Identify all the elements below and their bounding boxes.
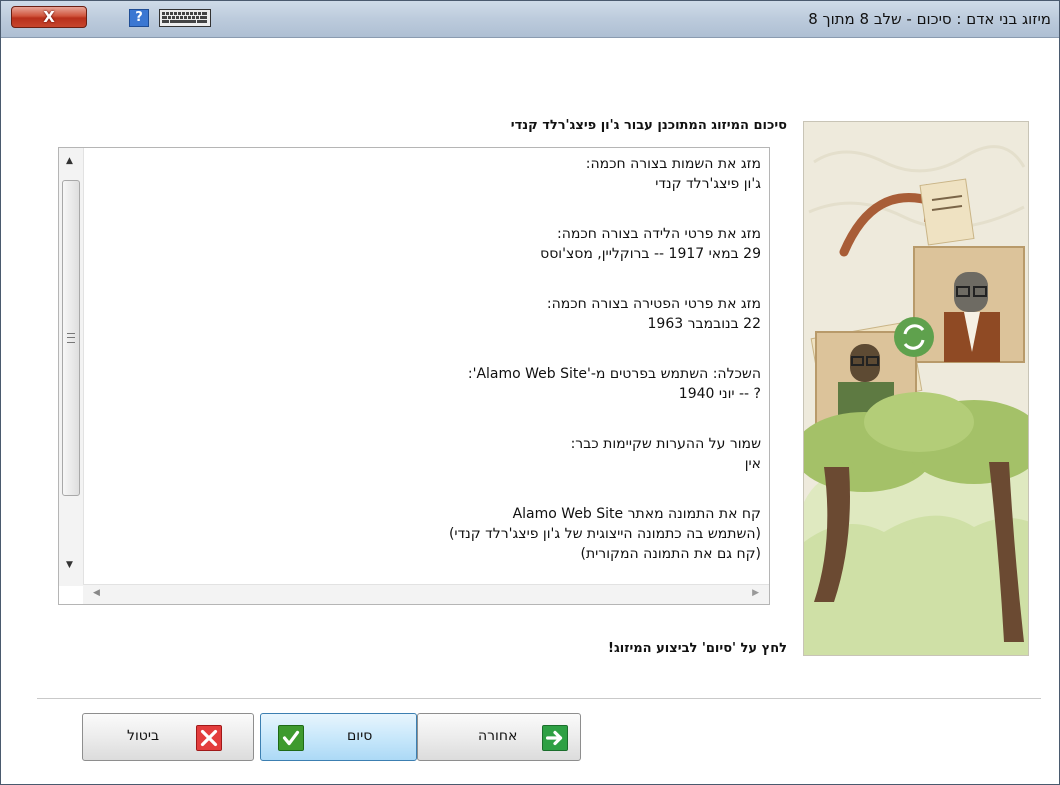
summary-line: אין: [744, 456, 761, 472]
merge-illustration: [803, 121, 1029, 656]
window-title: מיזוג בני אדם : סיכום - שלב 8 מתוך 8: [808, 10, 1051, 28]
summary-heading: סיכום המיזוג המתוכנן עבור ג'ון פיצג'רלד …: [510, 118, 787, 133]
summary-block-names: מזג את השמות בצורה חכמה: ג'ון פיצג'רלד ק…: [91, 154, 761, 194]
close-icon: X: [43, 8, 55, 26]
help-icon: ?: [135, 10, 143, 25]
summary-line: מזג את פרטי הלידה בצורה חכמה:: [557, 226, 761, 242]
scroll-right-icon[interactable]: ▶: [752, 588, 759, 598]
cancel-button-label: ביטול: [127, 728, 160, 744]
back-button-label: אחורה: [478, 728, 518, 744]
summary-line: ג'ון פיצג'רלד קנדי: [655, 176, 761, 192]
summary-line: 22 בנובמבר 1963: [647, 316, 761, 332]
back-button[interactable]: אחורה: [417, 713, 581, 761]
summary-line: מזג את השמות בצורה חכמה:: [585, 156, 761, 172]
summary-text-box[interactable]: מזג את השמות בצורה חכמה: ג'ון פיצג'רלד ק…: [58, 147, 770, 605]
summary-line: השכלה: השתמש בפרטים מ-'Alamo Web Site':: [467, 366, 761, 382]
summary-block-photo: קח את התמונה מאתר Alamo Web Site (השתמש …: [91, 504, 761, 564]
summary-block-notes: שמור על ההערות שקיימות כבר: אין: [91, 434, 761, 474]
green-check-icon: [278, 725, 304, 751]
finish-hint: לחץ על 'סיום' לביצוע המיזוג!: [608, 641, 787, 656]
title-bar: X ? מיזוג בני אדם : סיכום - שלב 8 מתוך 8: [1, 1, 1059, 38]
summary-block-education: השכלה: השתמש בפרטים מ-'Alamo Web Site': …: [91, 364, 761, 404]
close-button[interactable]: X: [11, 6, 87, 28]
summary-line: ? -- יוני 1940: [678, 386, 761, 402]
finish-button-label: סיום: [347, 728, 373, 744]
keyboard-icon[interactable]: [159, 9, 211, 27]
green-arrow-icon: [542, 725, 568, 751]
scroll-thumb[interactable]: [62, 180, 80, 496]
scroll-down-icon[interactable]: ▼: [66, 560, 73, 570]
summary-block-birth: מזג את פרטי הלידה בצורה חכמה: 29 במאי 19…: [91, 224, 761, 264]
grip-icon: [67, 333, 75, 343]
summary-line: (השתמש בה כתמונה הייצוגית של ג'ון פיצג'ר…: [448, 526, 761, 542]
horizontal-scrollbar[interactable]: ◀ ▶: [83, 584, 769, 604]
merge-dialog: X ? מיזוג בני אדם : סיכום - שלב 8 מתוך 8…: [0, 0, 1060, 785]
merge-illustration-art: [804, 122, 1028, 655]
scroll-left-icon[interactable]: ◀: [93, 588, 100, 598]
summary-line: (קח גם את התמונה המקורית): [580, 546, 761, 562]
summary-text: מזג את השמות בצורה חכמה: ג'ון פיצג'רלד ק…: [91, 154, 761, 564]
cancel-button[interactable]: ביטול: [82, 713, 254, 761]
footer-divider: [37, 698, 1041, 699]
vertical-scrollbar[interactable]: ▲ ▼: [59, 148, 84, 586]
red-x-icon: [196, 725, 222, 751]
summary-line: שמור על ההערות שקיימות כבר:: [570, 436, 761, 452]
finish-button[interactable]: סיום: [260, 713, 417, 761]
summary-line: קח את התמונה מאתר Alamo Web Site: [512, 506, 761, 522]
summary-line: מזג את פרטי הפטירה בצורה חכמה:: [546, 296, 761, 312]
summary-line: 29 במאי 1917 -- ברוקליין, מסצ'וסס: [540, 246, 761, 262]
help-button[interactable]: ?: [129, 9, 149, 27]
scroll-up-icon[interactable]: ▲: [66, 156, 73, 166]
summary-block-death: מזג את פרטי הפטירה בצורה חכמה: 22 בנובמב…: [91, 294, 761, 334]
